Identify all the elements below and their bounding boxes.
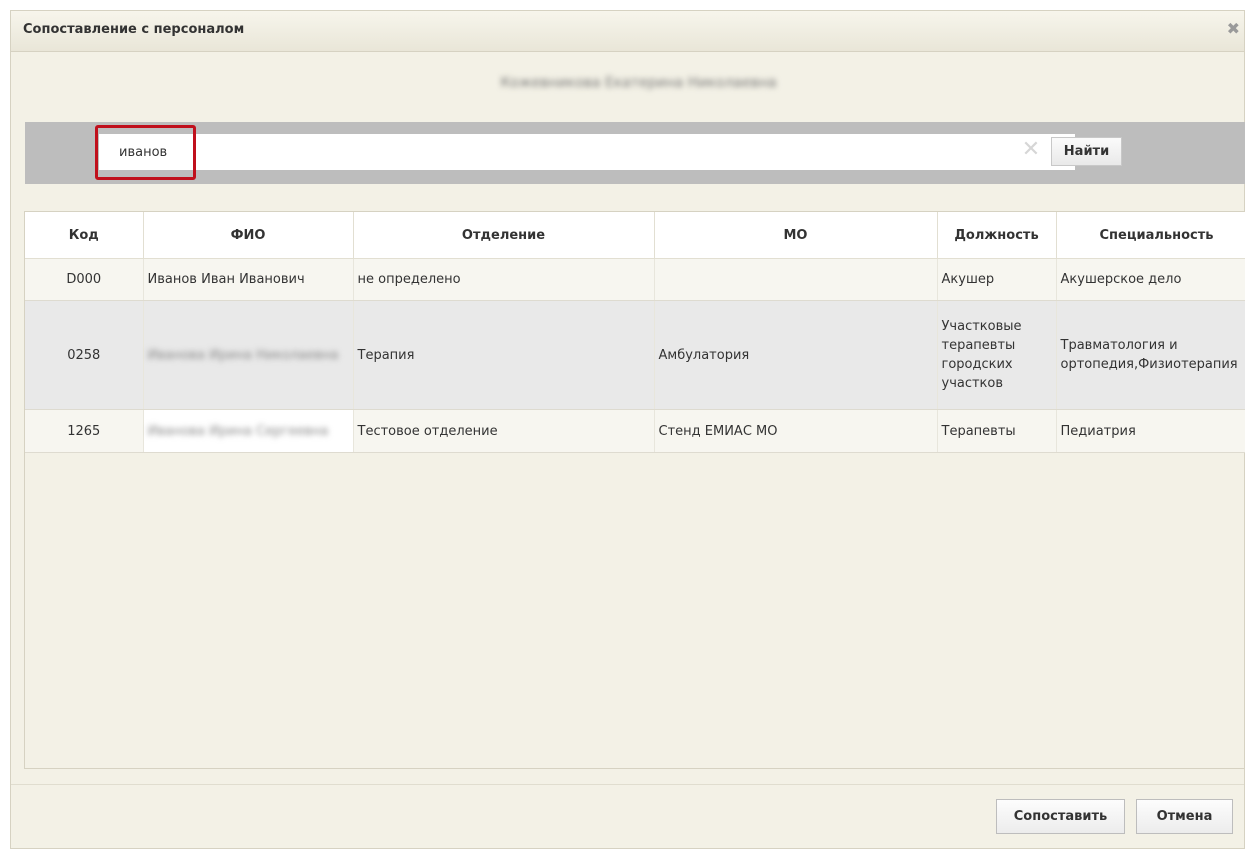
table-header-row: Код ФИО Отделение МО Должность Специальн…	[25, 212, 1245, 259]
table-row[interactable]: 0258 Иванова Ирина Николаевна Терапия Ам…	[25, 300, 1245, 410]
cell-mo	[654, 258, 938, 301]
cell-fio: Иванова Ирина Сергеевна	[143, 409, 354, 453]
cell-position: Акушер	[937, 258, 1057, 301]
dialog-titlebar: Сопоставление с персоналом ✖	[11, 11, 1244, 52]
col-header-specialty[interactable]: Специальность	[1056, 212, 1245, 259]
cell-specialty: Педиатрия	[1056, 409, 1245, 453]
cell-code: 1265	[25, 409, 144, 453]
cell-position: Терапевты	[937, 409, 1057, 453]
footer-divider	[11, 784, 1244, 785]
col-header-fio[interactable]: ФИО	[143, 212, 354, 259]
cell-mo: Стенд ЕМИАС МО	[654, 409, 938, 453]
cell-fio: Иванова Ирина Николаевна	[143, 300, 354, 410]
col-header-position[interactable]: Должность	[937, 212, 1057, 259]
cell-fio-text: Иванова Ирина Сергеевна	[147, 423, 329, 439]
cell-department: Тестовое отделение	[353, 409, 655, 453]
clear-icon[interactable]: ✕	[1021, 139, 1041, 161]
cancel-button[interactable]: Отмена	[1136, 799, 1233, 834]
cell-code: D000	[25, 258, 144, 301]
search-input[interactable]	[99, 134, 1019, 170]
search-input-wrap	[99, 134, 1075, 170]
table-row[interactable]: 1265 Иванова Ирина Сергеевна Тестовое от…	[25, 409, 1245, 453]
find-button[interactable]: Найти	[1051, 137, 1122, 166]
cell-fio: Иванов Иван Иванович	[143, 258, 354, 301]
cell-position: Участковые терапевты городских участков	[937, 300, 1057, 410]
cell-mo: Амбулатория	[654, 300, 938, 410]
cell-code: 0258	[25, 300, 144, 410]
map-button[interactable]: Сопоставить	[996, 799, 1125, 834]
cell-fio-text: Иванова Ирина Николаевна	[147, 347, 339, 363]
staff-table: Код ФИО Отделение МО Должность Специальн…	[24, 211, 1245, 769]
table-row[interactable]: D000 Иванов Иван Иванович не определено …	[25, 258, 1245, 301]
mapping-dialog: Сопоставление с персоналом ✖ Кожевникова…	[10, 10, 1245, 849]
cell-specialty: Акушерское дело	[1056, 258, 1245, 301]
person-name: Кожевникова Екатерина Николаевна	[500, 75, 777, 91]
col-header-department[interactable]: Отделение	[353, 212, 655, 259]
cell-department: Терапия	[353, 300, 655, 410]
close-icon[interactable]: ✖	[1227, 19, 1240, 38]
col-header-code[interactable]: Код	[25, 212, 144, 259]
dialog-title: Сопоставление с персоналом	[23, 22, 245, 37]
cell-specialty: Травматология и ортопедия,Физиотерапия	[1056, 300, 1245, 410]
col-header-mo[interactable]: МО	[654, 212, 938, 259]
cell-department: не определено	[353, 258, 655, 301]
